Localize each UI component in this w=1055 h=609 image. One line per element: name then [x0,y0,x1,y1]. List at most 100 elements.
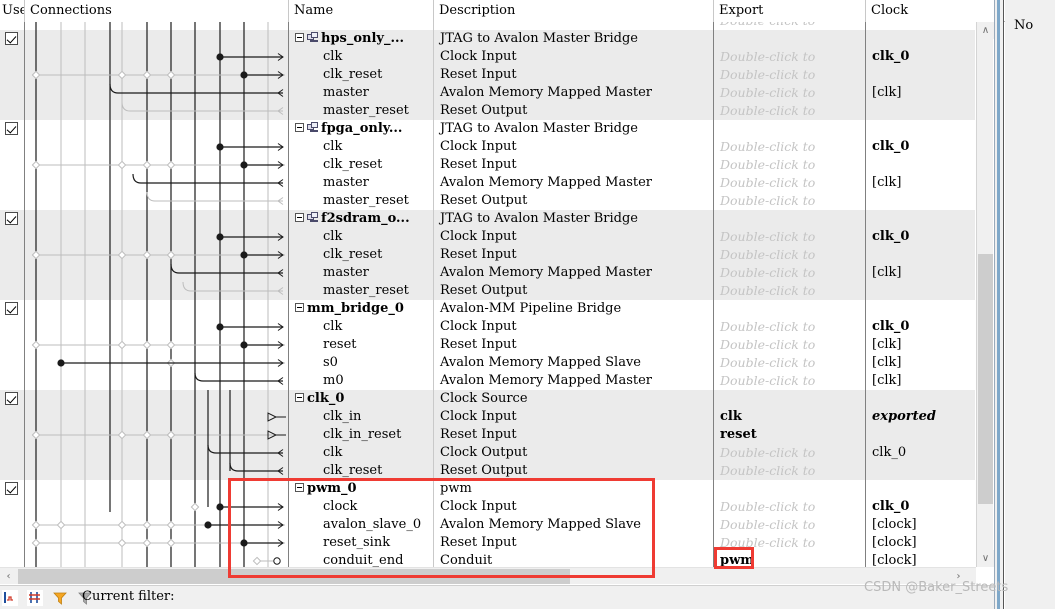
connections-cell[interactable] [25,318,289,336]
export-cell[interactable]: Double-click to [714,138,866,156]
connections-cell[interactable] [25,210,289,228]
table-row[interactable]: clk_reset Reset Input Double-click to [0,246,975,264]
export-cell[interactable]: Double-click to [714,246,866,264]
collapse-expander-icon[interactable] [295,483,304,492]
use-checkbox[interactable] [0,30,25,48]
table-row[interactable]: clock Clock Input Double-click to clk_0 [0,498,975,516]
table-row[interactable]: master_reset Reset Output Double-click to [0,282,975,300]
export-cell[interactable]: Double-click to [714,354,866,372]
column-header-export[interactable]: Export [714,0,866,22]
table-row[interactable]: clk_reset Reset Input Double-click to [0,156,975,174]
clock-cell[interactable]: clk_0 [866,138,975,156]
name-cell[interactable]: clk [289,444,434,462]
clock-cell[interactable]: [clk] [866,174,975,192]
scroll-left-button[interactable]: ‹ [0,568,17,585]
export-cell[interactable]: Double-click to [714,318,866,336]
horizontal-scroll-thumb[interactable] [18,569,570,584]
table-row[interactable]: clk_reset Reset Output Double-click to [0,462,975,480]
connections-cell[interactable] [25,138,289,156]
table-row[interactable]: fpga_only... JTAG to Avalon Master Bridge [0,120,975,138]
connections-cell[interactable] [25,264,289,282]
name-cell[interactable]: clk [289,228,434,246]
clock-cell[interactable] [866,66,975,84]
export-cell[interactable]: Double-click to [714,48,866,66]
table-row[interactable]: m0 Avalon Memory Mapped Master Double-clic… [0,372,975,390]
collapse-expander-icon[interactable] [295,123,304,132]
collapse-expander-icon[interactable] [295,33,304,42]
clock-cell[interactable]: clk_0 [866,444,975,462]
export-cell[interactable] [714,300,866,318]
connections-cell[interactable] [25,282,289,300]
table-row[interactable]: reset Reset Input Double-click to [clk] [0,336,975,354]
name-cell[interactable]: pwm_0 [289,480,434,498]
use-checkbox[interactable] [0,480,25,498]
export-cell[interactable]: Double-click to [714,336,866,354]
clock-cell[interactable] [866,282,975,300]
export-cell[interactable]: Double-click to [714,498,866,516]
filter-active-icon[interactable] [52,590,68,609]
clock-cell[interactable] [866,246,975,264]
name-cell[interactable]: s0 [289,354,434,372]
connections-cell[interactable] [25,246,289,264]
name-cell[interactable] [289,22,434,30]
column-header-use[interactable]: Use [0,0,25,22]
clock-cell[interactable] [866,156,975,174]
table-row[interactable]: master_reset Reset Output Double-click to [0,102,975,120]
connections-cell[interactable] [25,300,289,318]
export-cell[interactable]: Double-click to [714,84,866,102]
name-cell[interactable]: clk_reset [289,156,434,174]
export-cell[interactable] [714,30,866,48]
remove-signal-icon[interactable] [27,589,44,609]
column-header-description[interactable]: Description [434,0,714,22]
use-checkbox[interactable] [0,120,25,138]
table-row[interactable]: master Avalon Memory Mapped Master Double-… [0,174,975,192]
name-cell[interactable]: clk_reset [289,66,434,84]
connections-cell[interactable] [25,444,289,462]
name-cell[interactable]: reset [289,336,434,354]
name-cell[interactable]: hps_only_... [289,30,434,48]
clock-cell[interactable] [866,426,975,444]
connections-cell[interactable] [25,516,289,534]
connections-cell[interactable] [25,120,289,138]
use-checkbox[interactable] [0,390,25,408]
clock-cell[interactable]: clk_0 [866,48,975,66]
clock-cell[interactable]: [clock] [866,552,975,567]
connections-cell[interactable] [25,390,289,408]
column-header-connections[interactable]: Connections [25,0,289,22]
name-cell[interactable]: clk [289,138,434,156]
table-row[interactable]: Double-click to [0,22,975,30]
column-header-clock[interactable]: Clock [866,0,994,22]
connections-cell[interactable] [25,426,289,444]
name-cell[interactable]: master [289,84,434,102]
collapse-expander-icon[interactable] [295,303,304,312]
clock-cell[interactable] [866,30,975,48]
clock-cell[interactable] [866,300,975,318]
table-row[interactable]: clk Clock Input Double-click to clk_0 [0,138,975,156]
clock-cell[interactable]: [clk] [866,336,975,354]
name-cell[interactable]: master [289,174,434,192]
export-cell[interactable] [714,120,866,138]
table-row[interactable]: reset_sink Reset Input Double-click to [clo… [0,534,975,552]
clock-cell[interactable] [866,22,975,30]
table-row[interactable]: master Avalon Memory Mapped Master Double-… [0,84,975,102]
export-cell[interactable] [714,390,866,408]
name-cell[interactable]: master [289,264,434,282]
clock-cell[interactable]: clk_0 [866,498,975,516]
connections-cell[interactable] [25,354,289,372]
clock-cell[interactable]: clk_0 [866,228,975,246]
add-signal-icon[interactable] [2,589,18,609]
clock-cell[interactable] [866,462,975,480]
clock-cell[interactable]: [clock] [866,516,975,534]
export-cell[interactable]: Double-click to [714,534,866,552]
connections-cell[interactable] [25,156,289,174]
table-row[interactable]: clk Clock Input Double-click to clk_0 [0,48,975,66]
clock-cell[interactable] [866,192,975,210]
table-row[interactable]: clk Clock Output Double-click to clk_0 [0,444,975,462]
clock-cell[interactable]: clk_0 [866,318,975,336]
name-cell[interactable]: clk_in [289,408,434,426]
table-row[interactable]: avalon_slave_0 Avalon Memory Mapped Slave… [0,516,975,534]
table-row[interactable]: master Avalon Memory Mapped Master Double-… [0,264,975,282]
connections-cell[interactable] [25,84,289,102]
table-row[interactable]: clk_0 Clock Source [0,390,975,408]
name-cell[interactable]: clk [289,48,434,66]
